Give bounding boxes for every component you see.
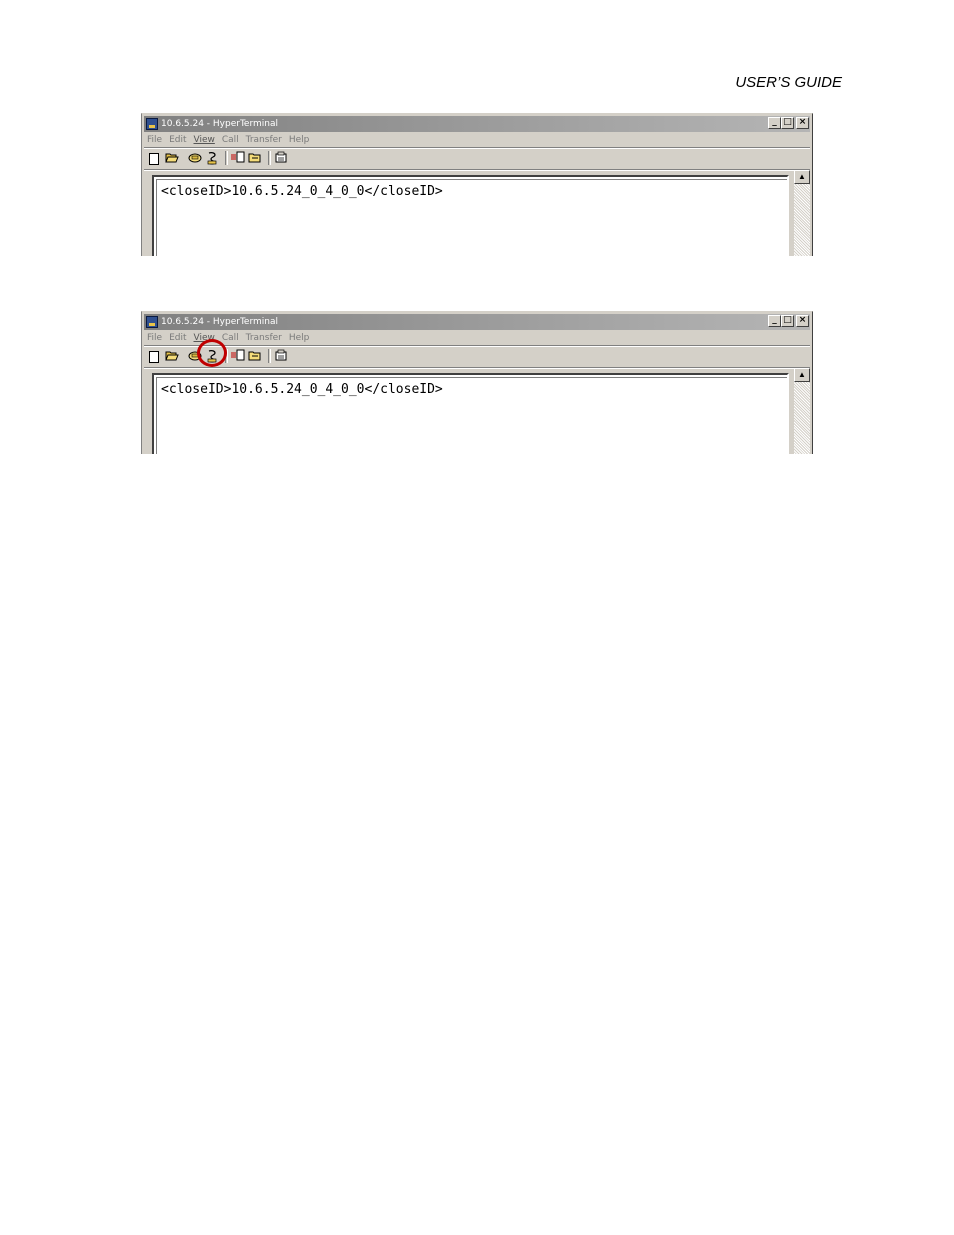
send-icon[interactable]: [231, 151, 245, 165]
toolbar-separator: [225, 151, 228, 165]
properties-icon[interactable]: [274, 349, 288, 363]
close-button[interactable]: ×: [796, 315, 809, 327]
menu-help[interactable]: Help: [289, 133, 310, 147]
menu-file[interactable]: File: [147, 331, 162, 345]
dial-icon[interactable]: [188, 151, 202, 165]
close-button[interactable]: ×: [796, 117, 809, 129]
menu-call[interactable]: Call: [222, 133, 239, 147]
menu-help[interactable]: Help: [289, 331, 310, 345]
menu-file[interactable]: File: [147, 133, 162, 147]
scroll-up-button[interactable]: ▲: [794, 170, 810, 184]
receive-icon[interactable]: [248, 349, 262, 363]
page-header: USER’S GUIDE: [735, 74, 842, 91]
menu-bar: File Edit View Call Transfer Help: [147, 133, 316, 147]
new-icon[interactable]: [149, 351, 159, 363]
window-title: 10.6.5.24 - HyperTerminal: [161, 317, 278, 327]
terminal-area[interactable]: <closeID>10.6.5.24_0_4_0_0</closeID>: [152, 175, 789, 256]
hyperterminal-window-1: 10.6.5.24 - HyperTerminal _ □ × File Edi…: [141, 113, 813, 256]
minimize-button[interactable]: _: [768, 315, 781, 327]
menu-transfer[interactable]: Transfer: [246, 331, 282, 345]
maximize-button[interactable]: □: [781, 315, 794, 327]
vertical-scrollbar[interactable]: ▲: [794, 170, 810, 256]
toolbar: [147, 150, 291, 166]
menu-view[interactable]: View: [194, 133, 215, 147]
menu-bar: File Edit View Call Transfer Help: [147, 331, 316, 345]
disconnect-icon[interactable]: [205, 151, 219, 165]
toolbar-separator: [268, 151, 271, 165]
hyperterminal-app-icon[interactable]: [146, 316, 158, 328]
menu-transfer[interactable]: Transfer: [246, 133, 282, 147]
open-icon[interactable]: [165, 151, 179, 165]
maximize-button[interactable]: □: [781, 117, 794, 129]
toolbar-divider: [144, 367, 810, 369]
terminal-inner: <closeID>10.6.5.24_0_4_0_0</closeID>: [156, 179, 787, 256]
open-icon[interactable]: [165, 349, 179, 363]
menu-call[interactable]: Call: [222, 331, 239, 345]
disconnect-highlight-circle: [197, 339, 227, 367]
toolbar-divider: [144, 169, 810, 171]
menu-divider: [144, 345, 810, 347]
terminal-text: <closeID>10.6.5.24_0_4_0_0</closeID>: [161, 184, 443, 199]
receive-icon[interactable]: [248, 151, 262, 165]
send-icon[interactable]: [231, 349, 245, 363]
hyperterminal-window-2: 10.6.5.24 - HyperTerminal _ □ × File Edi…: [141, 311, 813, 454]
new-icon[interactable]: [149, 153, 159, 165]
vertical-scrollbar[interactable]: ▲: [794, 368, 810, 454]
menu-divider: [144, 147, 810, 149]
menu-edit[interactable]: Edit: [169, 331, 186, 345]
minimize-button[interactable]: _: [768, 117, 781, 129]
menu-edit[interactable]: Edit: [169, 133, 186, 147]
terminal-text: <closeID>10.6.5.24_0_4_0_0</closeID>: [161, 382, 443, 397]
toolbar-separator: [268, 349, 271, 363]
scroll-up-button[interactable]: ▲: [794, 368, 810, 382]
terminal-area[interactable]: <closeID>10.6.5.24_0_4_0_0</closeID>: [152, 373, 789, 454]
hyperterminal-app-icon[interactable]: [146, 118, 158, 130]
title-bar[interactable]: 10.6.5.24 - HyperTerminal _ □ ×: [144, 116, 810, 132]
window-title: 10.6.5.24 - HyperTerminal: [161, 119, 278, 129]
properties-icon[interactable]: [274, 151, 288, 165]
terminal-inner: <closeID>10.6.5.24_0_4_0_0</closeID>: [156, 377, 787, 454]
title-bar[interactable]: 10.6.5.24 - HyperTerminal _ □ ×: [144, 314, 810, 330]
